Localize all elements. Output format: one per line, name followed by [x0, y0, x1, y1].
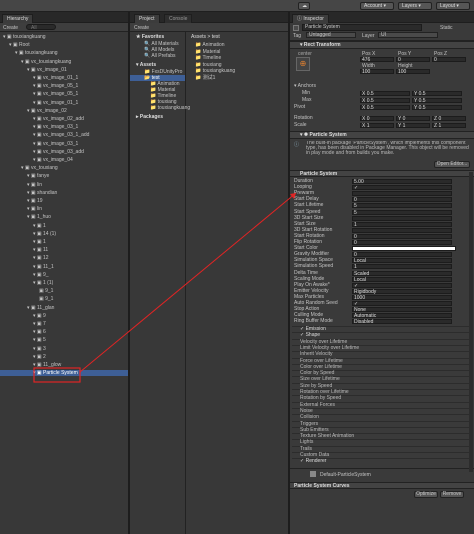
annotation-overlay: [33, 192, 297, 383]
arrow-head-icon: [290, 193, 296, 199]
highlight-box: [33, 367, 81, 383]
annotation-arrow: [79, 192, 297, 373]
